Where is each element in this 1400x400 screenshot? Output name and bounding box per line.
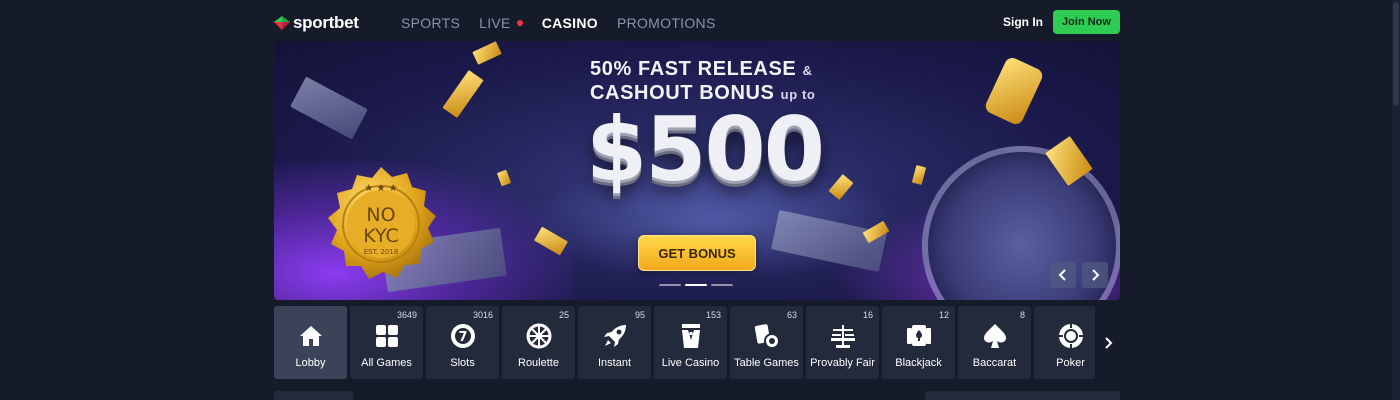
logo-mark-icon xyxy=(274,16,290,30)
promo-banner[interactable]: ★ ★ ★ NO KYC EST. 2018 50% FAST RELEASE … xyxy=(274,41,1120,300)
category-count: 3649 xyxy=(396,310,417,320)
grid-icon xyxy=(374,323,400,349)
category-table-games[interactable]: 63 Table Games xyxy=(730,306,803,379)
spade-icon xyxy=(982,323,1008,349)
confetti-piece xyxy=(442,69,484,119)
home-icon xyxy=(298,323,324,349)
category-count: 8 xyxy=(1019,310,1025,320)
headline-line-1-text: 50% FAST RELEASE xyxy=(590,58,797,80)
carousel-prev-button[interactable] xyxy=(1050,262,1076,288)
playing-cards-icon xyxy=(906,323,932,349)
chevron-right-icon xyxy=(1092,269,1100,281)
category-label: Slots xyxy=(450,357,475,369)
category-label: Lobby xyxy=(295,357,326,369)
category-count: 16 xyxy=(862,310,873,320)
nav-promotions-label: PROMOTIONS xyxy=(616,15,716,31)
carousel-dot-active[interactable] xyxy=(685,284,707,286)
poker-chip-icon xyxy=(1058,323,1084,349)
slot-seven-icon: 7 xyxy=(450,323,476,349)
nav-sports[interactable]: SPORTS xyxy=(401,15,460,31)
category-live-casino[interactable]: 153 Live Casino xyxy=(654,306,727,379)
badge-no-text: NO xyxy=(366,204,395,226)
category-label: All Games xyxy=(361,357,412,369)
badge-kyc-text: KYC xyxy=(363,225,399,247)
category-scroll-right-button[interactable] xyxy=(1095,306,1120,379)
no-kyc-gold-badge: ★ ★ ★ NO KYC EST. 2018 xyxy=(328,167,436,279)
section-tab-partial[interactable] xyxy=(274,391,353,400)
page-scrollbar[interactable] xyxy=(1392,0,1400,400)
sign-in-link[interactable]: Sign In xyxy=(1003,15,1043,29)
category-label: Instant xyxy=(597,357,632,369)
join-now-button[interactable]: Join Now xyxy=(1053,10,1120,34)
category-label: Blackjack xyxy=(895,357,942,369)
carousel-dot[interactable] xyxy=(659,284,681,286)
category-label: Live Casino xyxy=(661,357,720,369)
category-slots[interactable]: 3016 7 Slots xyxy=(426,306,499,379)
chevron-left-icon xyxy=(1058,269,1066,281)
headline-line-1: 50% FAST RELEASE & xyxy=(590,58,815,82)
svg-text:★ ★ ★: ★ ★ ★ xyxy=(364,183,397,194)
carousel-indicators xyxy=(659,284,733,286)
confetti-piece xyxy=(472,41,502,65)
cards-chip-icon xyxy=(754,323,780,349)
category-label: Table Games xyxy=(734,357,799,369)
nav-casino-label: CASINO xyxy=(541,15,598,31)
live-indicator-dot xyxy=(516,20,523,26)
sportbet-logo[interactable]: sportbet xyxy=(274,13,359,33)
category-count: 25 xyxy=(558,310,569,320)
scale-icon xyxy=(830,323,856,349)
nav-sports-label: SPORTS xyxy=(401,15,461,31)
nav-promotions[interactable]: PROMOTIONS xyxy=(617,15,716,31)
svg-text:7: 7 xyxy=(458,330,467,345)
logo-text: sportbet xyxy=(293,13,359,32)
badge-est-text: EST. 2018 xyxy=(364,248,399,256)
bonus-amount: $500 xyxy=(586,98,825,201)
game-category-bar: Lobby 3649 All Games 3016 7 Slots 25 Rou… xyxy=(274,306,1107,379)
carousel-next-button[interactable] xyxy=(1082,262,1108,288)
category-roulette[interactable]: 25 Roulette xyxy=(502,306,575,379)
rocket-icon xyxy=(602,323,628,349)
main-nav: SPORTS LIVE CASINO PROMOTIONS xyxy=(401,15,716,31)
category-label: Baccarat xyxy=(972,357,1017,369)
scrollbar-thumb[interactable] xyxy=(1393,2,1399,106)
category-count: 3016 xyxy=(472,310,493,320)
category-baccarat[interactable]: 8 Baccarat xyxy=(958,306,1031,379)
category-provably-fair[interactable]: 16 Provably Fair xyxy=(806,306,879,379)
category-lobby[interactable]: Lobby xyxy=(274,306,347,379)
dealer-icon xyxy=(678,323,704,349)
category-label: Roulette xyxy=(518,357,559,369)
category-label: Provably Fair xyxy=(810,357,875,369)
carousel-dot[interactable] xyxy=(711,284,733,286)
nav-live-label: LIVE xyxy=(479,15,511,31)
category-count: 153 xyxy=(705,310,721,320)
category-count: 63 xyxy=(786,310,797,320)
confetti-piece xyxy=(911,165,927,185)
search-box-partial[interactable] xyxy=(925,391,1120,400)
category-count: 95 xyxy=(634,310,645,320)
category-all-games[interactable]: 3649 All Games xyxy=(350,306,423,379)
nav-live[interactable]: LIVE xyxy=(479,15,523,31)
headline-ampersand: & xyxy=(802,63,813,78)
top-bar: sportbet SPORTS LIVE CASINO PROMOTIONS S… xyxy=(0,0,1400,44)
category-instant[interactable]: 95 Instant xyxy=(578,306,651,379)
get-bonus-button[interactable]: GET BONUS xyxy=(638,235,756,271)
nav-casino[interactable]: CASINO xyxy=(542,15,598,31)
flying-banknote xyxy=(290,76,368,140)
chevron-right-icon xyxy=(1104,336,1112,349)
confetti-piece xyxy=(983,55,1045,127)
category-label: Poker xyxy=(1056,357,1085,369)
category-count: 12 xyxy=(938,310,949,320)
category-blackjack[interactable]: 12 Blackjack xyxy=(882,306,955,379)
roulette-wheel-icon xyxy=(526,323,552,349)
